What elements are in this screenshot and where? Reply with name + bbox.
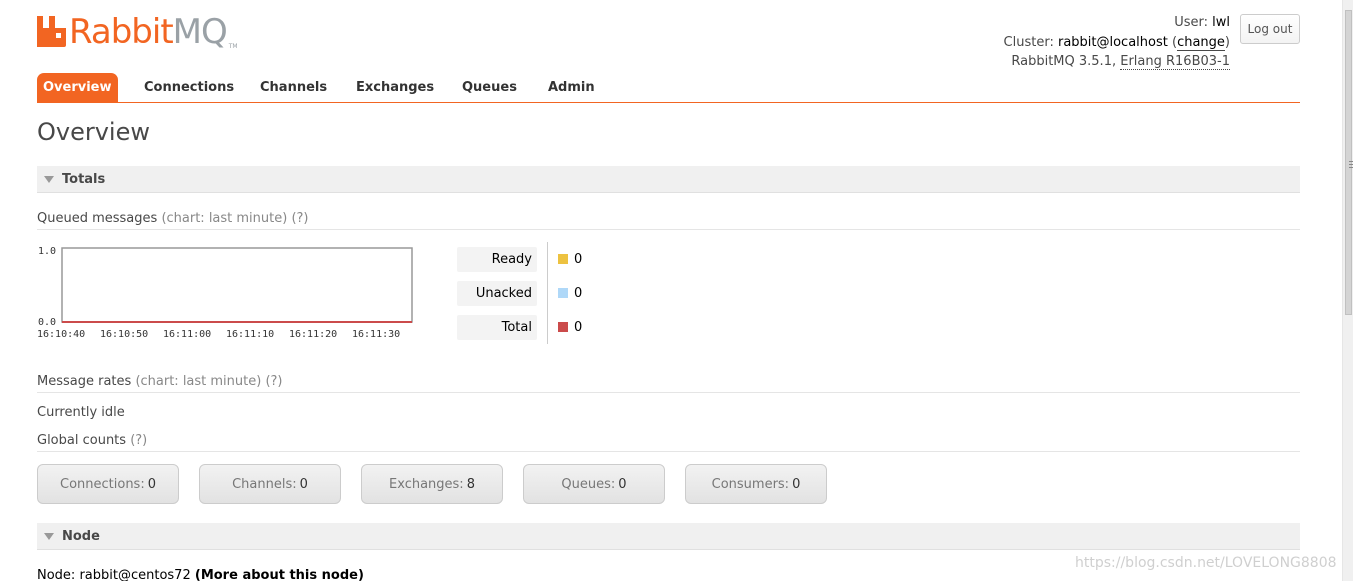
tab-admin[interactable]: Admin bbox=[548, 73, 595, 102]
queued-messages-chart: 1.0 0.016:10:40 16:10:50 16:11:00 16:11:10 16… bbox=[37, 246, 413, 340]
legend-ready-value: 0 bbox=[574, 252, 583, 267]
collapse-triangle-icon bbox=[44, 176, 54, 183]
x-tick-label: 16:11:20 bbox=[289, 329, 337, 340]
more-about-node-link[interactable]: (More about this node) bbox=[195, 568, 364, 581]
legend-divider bbox=[547, 242, 548, 344]
queues-count-button[interactable]: Queues: 0 bbox=[523, 464, 665, 504]
x-tick-label: 16:10:40 bbox=[37, 329, 85, 340]
channels-count-button[interactable]: Channels: 0 bbox=[199, 464, 341, 504]
y-tick-label: 0.0 bbox=[38, 317, 56, 328]
message-rates-heading: Message rates (chart: last minute) (?) bbox=[37, 374, 1300, 393]
change-cluster-link[interactable]: change bbox=[1177, 34, 1225, 51]
cluster-value: rabbit@localhost bbox=[1057, 34, 1168, 50]
scrollbar-thumb[interactable] bbox=[1345, 10, 1353, 315]
x-tick-label: 16:11:30 bbox=[352, 329, 400, 340]
legend-unacked-label: Unacked bbox=[457, 281, 537, 306]
legend-total-swatch bbox=[558, 322, 568, 332]
node-section-header[interactable]: Node bbox=[37, 523, 1300, 550]
connections-count-label: Connections: bbox=[60, 477, 145, 492]
channels-count-label: Channels: bbox=[232, 477, 297, 492]
watermark-text: https://blog.csdn.net/LOVELONG8808 bbox=[1075, 555, 1337, 571]
connections-count-button[interactable]: Connections: 0 bbox=[37, 464, 179, 504]
legend-total-value: 0 bbox=[574, 320, 583, 335]
node-value: rabbit@centos72 bbox=[79, 568, 191, 581]
legend-unacked-swatch bbox=[558, 288, 568, 298]
logo-mq-text: MQ bbox=[172, 12, 228, 52]
logout-button[interactable]: Log out bbox=[1240, 14, 1300, 44]
exchanges-count-value: 8 bbox=[466, 477, 475, 492]
y-tick-label: 1.0 bbox=[38, 246, 56, 257]
legend-ready-swatch bbox=[558, 254, 568, 264]
logo-tm-text: TM bbox=[228, 43, 238, 50]
user-label: User: bbox=[1174, 15, 1208, 30]
totals-section-header[interactable]: Totals bbox=[37, 166, 1300, 193]
collapse-triangle-icon bbox=[44, 533, 54, 540]
vertical-scrollbar[interactable] bbox=[1342, 0, 1353, 581]
legend-total-label: Total bbox=[457, 315, 537, 340]
logo-rabbit-text: Rabbit bbox=[69, 12, 174, 52]
user-info: User: lwl Cluster: rabbit@localhost (cha… bbox=[1003, 15, 1230, 70]
totals-title: Totals bbox=[62, 172, 106, 187]
legend-unacked-value: 0 bbox=[574, 286, 583, 301]
queued-messages-heading: Queued messages (chart: last minute) (?) bbox=[37, 211, 1300, 230]
tab-queues[interactable]: Queues bbox=[462, 73, 517, 102]
consumers-count-button[interactable]: Consumers: 0 bbox=[685, 464, 827, 504]
queued-messages-help[interactable]: (chart: last minute) (?) bbox=[161, 211, 308, 226]
tab-connections[interactable]: Connections bbox=[144, 73, 234, 102]
global-counts-help[interactable]: (?) bbox=[130, 433, 147, 448]
node-line: Node: rabbit@centos72 (More about this n… bbox=[37, 568, 364, 581]
consumers-count-value: 0 bbox=[792, 477, 801, 492]
rabbitmq-logo: RabbitMQ TM bbox=[37, 13, 238, 53]
tab-overview[interactable]: Overview bbox=[37, 73, 118, 102]
global-counts-label: Global counts bbox=[37, 433, 127, 448]
legend-ready-label: Ready bbox=[457, 247, 537, 272]
x-tick-label: 16:11:00 bbox=[163, 329, 211, 340]
user-value: lwl bbox=[1212, 15, 1230, 30]
queued-messages-label: Queued messages bbox=[37, 211, 158, 226]
consumers-count-label: Consumers: bbox=[711, 477, 790, 492]
exchanges-count-label: Exchanges: bbox=[389, 477, 464, 492]
node-title: Node bbox=[62, 529, 100, 544]
channels-count-value: 0 bbox=[299, 477, 308, 492]
connections-count-value: 0 bbox=[147, 477, 156, 492]
page-title: Overview bbox=[37, 118, 150, 146]
cluster-label: Cluster: bbox=[1003, 34, 1054, 50]
queues-count-value: 0 bbox=[618, 477, 627, 492]
version-text: RabbitMQ 3.5.1, bbox=[1011, 54, 1117, 69]
erlang-version: Erlang R16B03-1 bbox=[1120, 54, 1230, 70]
x-tick-label: 16:11:10 bbox=[226, 329, 274, 340]
x-tick-label: 16:10:50 bbox=[100, 329, 148, 340]
message-rates-help[interactable]: (chart: last minute) (?) bbox=[135, 374, 282, 389]
node-label: Node: bbox=[37, 568, 76, 581]
global-counts-heading: Global counts (?) bbox=[37, 433, 1300, 452]
exchanges-count-button[interactable]: Exchanges: 8 bbox=[361, 464, 503, 504]
message-rates-label: Message rates bbox=[37, 374, 132, 389]
currently-idle-text: Currently idle bbox=[37, 405, 125, 420]
rabbitmq-logo-icon bbox=[37, 16, 66, 47]
queues-count-label: Queues: bbox=[561, 477, 616, 492]
tab-channels[interactable]: Channels bbox=[260, 73, 327, 102]
main-nav-tabs: Overview Connections Channels Exchanges … bbox=[37, 73, 1300, 103]
tab-exchanges[interactable]: Exchanges bbox=[356, 73, 434, 102]
chart-plot-area bbox=[61, 247, 413, 323]
